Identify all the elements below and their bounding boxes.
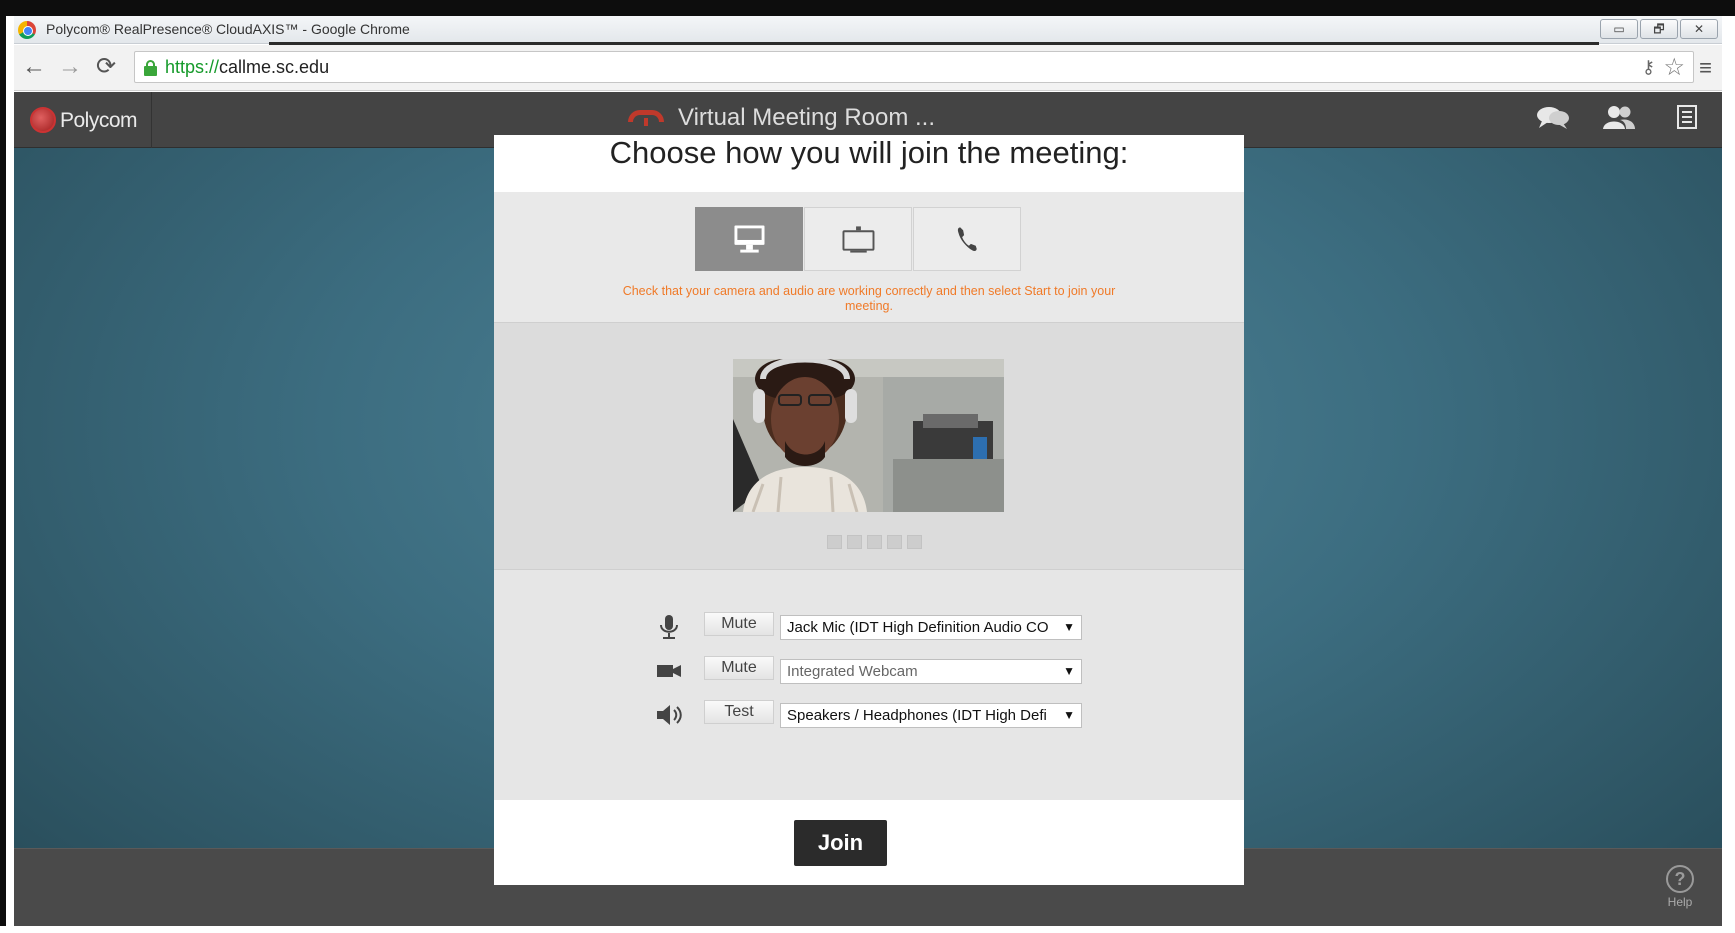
url-text[interactable]: https://callme.sc.edu (165, 57, 329, 78)
brand-name: Polycom (60, 109, 138, 132)
tv-icon (842, 226, 875, 253)
camera-row: Mute Integrated Webcam ▼ (654, 656, 1094, 686)
audio-meter-segment (847, 535, 862, 549)
mode-tab-computer[interactable] (695, 207, 803, 271)
screen-left-border (0, 0, 6, 933)
speaker-icon (657, 705, 682, 725)
browser-toolbar: ← → ⟳ https://callme.sc.edu ⚷ ☆ ≡ (14, 45, 1722, 91)
screen-right-margin (1722, 16, 1735, 933)
back-button[interactable]: ← (20, 53, 48, 81)
speaker-test-button[interactable]: Test (704, 700, 774, 724)
restore-button[interactable]: 🗗 (1640, 19, 1678, 39)
dropdown-arrow-icon: ▼ (1063, 708, 1075, 722)
desktop-icon (734, 225, 765, 253)
phone-icon (957, 227, 977, 252)
device-settings: Mute Jack Mic (IDT High Definition Audio… (494, 570, 1244, 800)
notes-icon[interactable] (1676, 104, 1698, 137)
brand: Polycom (14, 92, 152, 148)
speaker-select[interactable]: Speakers / Headphones (IDT High Defi ▼ (780, 703, 1082, 728)
window-title: Polycom® RealPresence® CloudAXIS™ - Goog… (46, 21, 410, 37)
help-icon: ? (1666, 865, 1694, 893)
speaker-row: Test Speakers / Headphones (IDT High Def… (654, 700, 1094, 730)
audio-meter-segment (887, 535, 902, 549)
screen: Polycom® RealPresence® CloudAXIS™ - Goog… (0, 0, 1735, 933)
help-label: Help (1667, 895, 1693, 909)
instructions-text: Check that your camera and audio are wor… (622, 284, 1116, 313)
audio-meter-segment (867, 535, 882, 549)
microphone-row: Mute Jack Mic (IDT High Definition Audio… (654, 612, 1094, 642)
dropdown-arrow-icon: ▼ (1063, 664, 1075, 678)
microphone-select-value: Jack Mic (IDT High Definition Audio CO (787, 619, 1049, 636)
speaker-select-value: Speakers / Headphones (IDT High Defi (787, 707, 1047, 724)
hangup-icon[interactable] (628, 110, 664, 126)
mode-tab-phone[interactable] (913, 207, 1021, 271)
camera-preview-image (733, 359, 1004, 512)
camera-select[interactable]: Integrated Webcam ▼ (780, 659, 1082, 684)
bookmark-star-icon[interactable]: ☆ (1663, 53, 1685, 82)
screen-top-border (0, 0, 1735, 16)
close-window-button[interactable]: ✕ (1680, 19, 1718, 39)
forward-button[interactable]: → (56, 53, 84, 81)
url-scheme: https:// (165, 57, 220, 77)
dialog-title: Choose how you will join the meeting: (609, 135, 1129, 170)
chat-icon[interactable] (1536, 104, 1570, 137)
join-dialog: Choose how you will join the meeting: Ch… (494, 135, 1244, 885)
polycom-logo-icon (30, 107, 56, 133)
audio-meter-segment (827, 535, 842, 549)
audio-meter-segment (907, 535, 922, 549)
join-mode-selector: Check that your camera and audio are wor… (494, 192, 1244, 322)
key-icon[interactable]: ⚷ (1642, 57, 1655, 78)
microphone-select[interactable]: Jack Mic (IDT High Definition Audio CO ▼ (780, 615, 1082, 640)
chrome-logo-icon (18, 21, 36, 39)
mode-tab-room-system[interactable] (804, 207, 912, 271)
url-host: callme.sc.edu (219, 57, 330, 77)
audio-level-meter (827, 535, 927, 549)
reload-button[interactable]: ⟳ (92, 53, 120, 81)
join-button[interactable]: Join (794, 820, 887, 866)
screen-bottom-margin (0, 926, 1735, 933)
lock-icon (144, 60, 157, 76)
camera-select-value: Integrated Webcam (787, 663, 918, 680)
minimize-button[interactable]: ▭ (1600, 19, 1638, 39)
microphone-icon (660, 615, 678, 639)
browser-titlebar: Polycom® RealPresence® CloudAXIS™ - Goog… (14, 16, 1722, 45)
camera-preview-area (494, 322, 1244, 570)
help-button[interactable]: ? Help (1660, 865, 1700, 909)
video-camera-icon (657, 665, 681, 677)
join-footer: Join (494, 800, 1244, 885)
chrome-menu-button[interactable]: ≡ (1699, 55, 1712, 81)
mic-mute-button[interactable]: Mute (704, 612, 774, 636)
call-title: Virtual Meeting Room ... (678, 104, 936, 131)
participants-icon[interactable] (1602, 104, 1636, 137)
camera-mute-button[interactable]: Mute (704, 656, 774, 680)
address-bar[interactable]: https://callme.sc.edu ⚷ ☆ (134, 51, 1694, 83)
dropdown-arrow-icon: ▼ (1063, 620, 1075, 634)
